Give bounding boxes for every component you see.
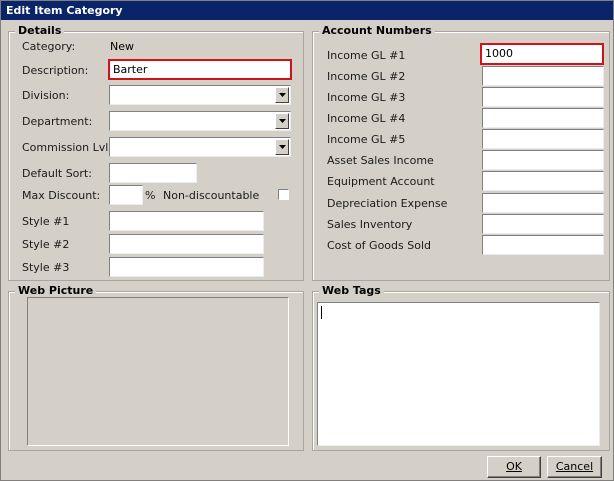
style3-field[interactable] <box>109 257 264 277</box>
style3-label: Style #3 <box>22 261 70 274</box>
web-tags-group-title: Web Tags <box>319 284 384 297</box>
commission-label: Commission Lvl: <box>22 141 113 154</box>
income-gl-1-field[interactable]: 1000 <box>480 43 604 65</box>
style2-field[interactable] <box>109 234 264 254</box>
ok-button[interactable]: OK <box>487 456 541 478</box>
depreciation-expense-label: Depreciation Expense <box>327 197 448 210</box>
income-gl-1-label: Income GL #1 <box>327 49 406 62</box>
asset-sales-income-field[interactable] <box>482 150 604 170</box>
income-gl-5-field[interactable] <box>482 129 604 149</box>
max-discount-label: Max Discount: <box>22 189 101 202</box>
description-field[interactable]: Barter <box>108 59 292 80</box>
cancel-button[interactable]: Cancel <box>547 456 602 478</box>
equipment-account-label: Equipment Account <box>327 175 435 188</box>
income-gl-4-label: Income GL #4 <box>327 112 406 125</box>
division-label: Division: <box>22 89 70 102</box>
account-numbers-group-title: Account Numbers <box>319 24 435 37</box>
income-gl-2-field[interactable] <box>482 66 604 86</box>
web-tags-textarea[interactable] <box>317 302 600 446</box>
details-group-title: Details <box>15 24 65 37</box>
income-gl-3-label: Income GL #3 <box>327 91 406 104</box>
department-label: Department: <box>22 115 93 128</box>
web-picture-box[interactable] <box>27 297 289 446</box>
non-discountable-label: Non-discountable <box>163 189 260 202</box>
income-gl-3-field[interactable] <box>482 87 604 107</box>
chevron-down-icon[interactable] <box>275 87 289 103</box>
chevron-down-icon[interactable] <box>275 113 289 129</box>
non-discountable-checkbox[interactable] <box>278 189 289 200</box>
cost-of-goods-sold-label: Cost of Goods Sold <box>327 239 431 252</box>
style2-label: Style #2 <box>22 238 70 251</box>
edit-item-category-dialog: Edit Item Category Details Category: New… <box>0 0 614 481</box>
style1-label: Style #1 <box>22 215 70 228</box>
window-title: Edit Item Category <box>1 1 613 20</box>
equipment-account-field[interactable] <box>482 171 604 191</box>
department-select[interactable] <box>109 111 291 131</box>
default-sort-label: Default Sort: <box>22 167 92 180</box>
income-gl-5-label: Income GL #5 <box>327 133 406 146</box>
max-discount-field[interactable] <box>109 185 143 205</box>
style1-field[interactable] <box>109 211 264 231</box>
cost-of-goods-sold-field[interactable] <box>482 235 604 255</box>
default-sort-field[interactable] <box>109 163 197 183</box>
chevron-down-icon[interactable] <box>275 139 289 155</box>
web-picture-group-title: Web Picture <box>15 284 97 297</box>
description-label: Description: <box>22 64 89 77</box>
sales-inventory-label: Sales Inventory <box>327 218 413 231</box>
income-gl-4-field[interactable] <box>482 108 604 128</box>
income-gl-2-label: Income GL #2 <box>327 70 406 83</box>
sales-inventory-field[interactable] <box>482 214 604 234</box>
commission-select[interactable] <box>109 137 291 157</box>
category-value: New <box>110 40 134 53</box>
depreciation-expense-field[interactable] <box>482 193 604 213</box>
text-caret <box>321 306 322 319</box>
asset-sales-income-label: Asset Sales Income <box>327 154 434 167</box>
division-select[interactable] <box>109 85 291 105</box>
percent-sign: % <box>145 189 156 202</box>
category-label: Category: <box>22 40 76 53</box>
